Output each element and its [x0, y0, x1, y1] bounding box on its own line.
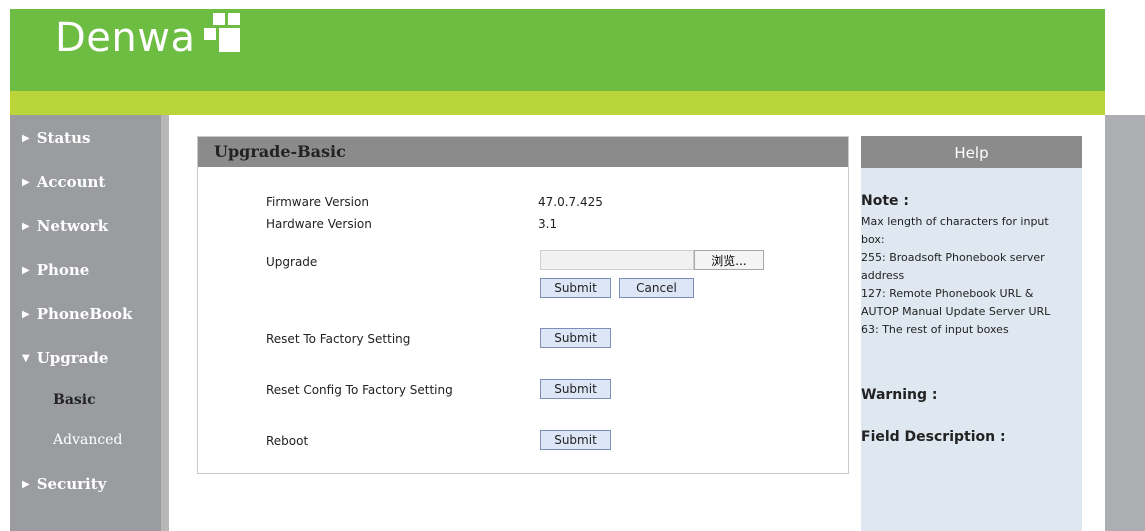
sidebar-item-label: Network: [36, 217, 109, 235]
reset-factory-submit-button[interactable]: Submit: [540, 328, 611, 348]
sidebar-item-label: Status: [36, 129, 91, 147]
logo-text: Denwa: [55, 15, 196, 61]
sidebar-item-phone[interactable]: ▶ Phone: [22, 261, 89, 279]
sidebar-item-label: Upgrade: [36, 349, 109, 367]
sidebar: ▶ Status ▶ Account ▶ Network ▶ Phone ▶ PhoneB…: [10, 115, 161, 531]
triangle-right-icon: ▶: [22, 177, 30, 188]
upgrade-submit-button[interactable]: Submit: [540, 278, 611, 298]
help-header: Help: [861, 136, 1082, 168]
hardware-version-value: 3.1: [538, 217, 558, 231]
triangle-right-icon: ▶: [22, 309, 30, 320]
reboot-label: Reboot: [266, 434, 309, 448]
logo-mark-icon: [203, 13, 244, 53]
sidebar-item-status[interactable]: ▶ Status: [22, 129, 90, 147]
reset-factory-label: Reset To Factory Setting: [266, 332, 411, 346]
sidebar-item-phonebook[interactable]: ▶ PhoneBook: [22, 305, 132, 323]
upgrade-basic-panel: Upgrade-Basic Firmware Version 47.0.7.42…: [197, 136, 849, 474]
help-note-line: 127: Remote Phonebook URL &: [861, 287, 1034, 300]
help-field-description-heading: Field Description :: [861, 429, 1006, 445]
sidebar-item-label: Phone: [36, 261, 90, 279]
sidebar-item-network[interactable]: ▶ Network: [22, 217, 108, 235]
reset-config-submit-button[interactable]: Submit: [540, 379, 611, 399]
help-note-heading: Note :: [861, 193, 909, 209]
hardware-version-label: Hardware Version: [266, 217, 372, 231]
browse-button[interactable]: 浏览...: [694, 250, 764, 270]
help-title: Help: [954, 144, 989, 162]
sidebar-item-label: PhoneBook: [36, 305, 133, 323]
triangle-right-icon: ▶: [22, 479, 30, 490]
help-note-line: box:: [861, 233, 885, 246]
help-note-line: 255: Broadsoft Phonebook server: [861, 251, 1045, 264]
sidebar-item-label: Security: [36, 475, 107, 493]
panel-header: Upgrade-Basic: [198, 137, 848, 167]
help-note-line: address: [861, 269, 905, 282]
firmware-version-value: 47.0.7.425: [538, 195, 603, 209]
triangle-right-icon: ▶: [22, 265, 30, 276]
sidebar-item-security[interactable]: ▶ Security: [22, 475, 106, 493]
help-note-line: 63: The rest of input boxes: [861, 323, 1009, 336]
panel-title: Upgrade-Basic: [214, 142, 346, 161]
header-accent-strip: [10, 91, 1105, 115]
sidebar-item-upgrade[interactable]: ▼ Upgrade: [22, 349, 108, 367]
content-left-border: [161, 115, 169, 531]
upgrade-cancel-button[interactable]: Cancel: [619, 278, 694, 298]
reset-config-label: Reset Config To Factory Setting: [266, 383, 453, 397]
triangle-down-icon: ▼: [22, 353, 30, 364]
help-warning-heading: Warning :: [861, 387, 938, 403]
sidebar-subitem-basic[interactable]: Basic: [53, 392, 96, 408]
logo: Denwa: [55, 13, 244, 61]
reboot-submit-button[interactable]: Submit: [540, 430, 611, 450]
upgrade-label: Upgrade: [266, 255, 318, 269]
sidebar-subitem-advanced[interactable]: Advanced: [53, 432, 122, 448]
sidebar-item-account[interactable]: ▶ Account: [22, 173, 105, 191]
help-note-line: Max length of characters for input: [861, 215, 1049, 228]
sidebar-item-label: Account: [36, 173, 106, 191]
firmware-version-label: Firmware Version: [266, 195, 369, 209]
triangle-right-icon: ▶: [22, 221, 30, 232]
upgrade-file-path-field[interactable]: [540, 250, 694, 270]
header-bar: Denwa: [10, 9, 1105, 91]
triangle-right-icon: ▶: [22, 133, 30, 144]
help-note-line: AUTOP Manual Update Server URL: [861, 305, 1051, 318]
content-right-border: [1105, 115, 1145, 531]
help-panel: Help Note : Max length of characters for…: [861, 136, 1082, 531]
